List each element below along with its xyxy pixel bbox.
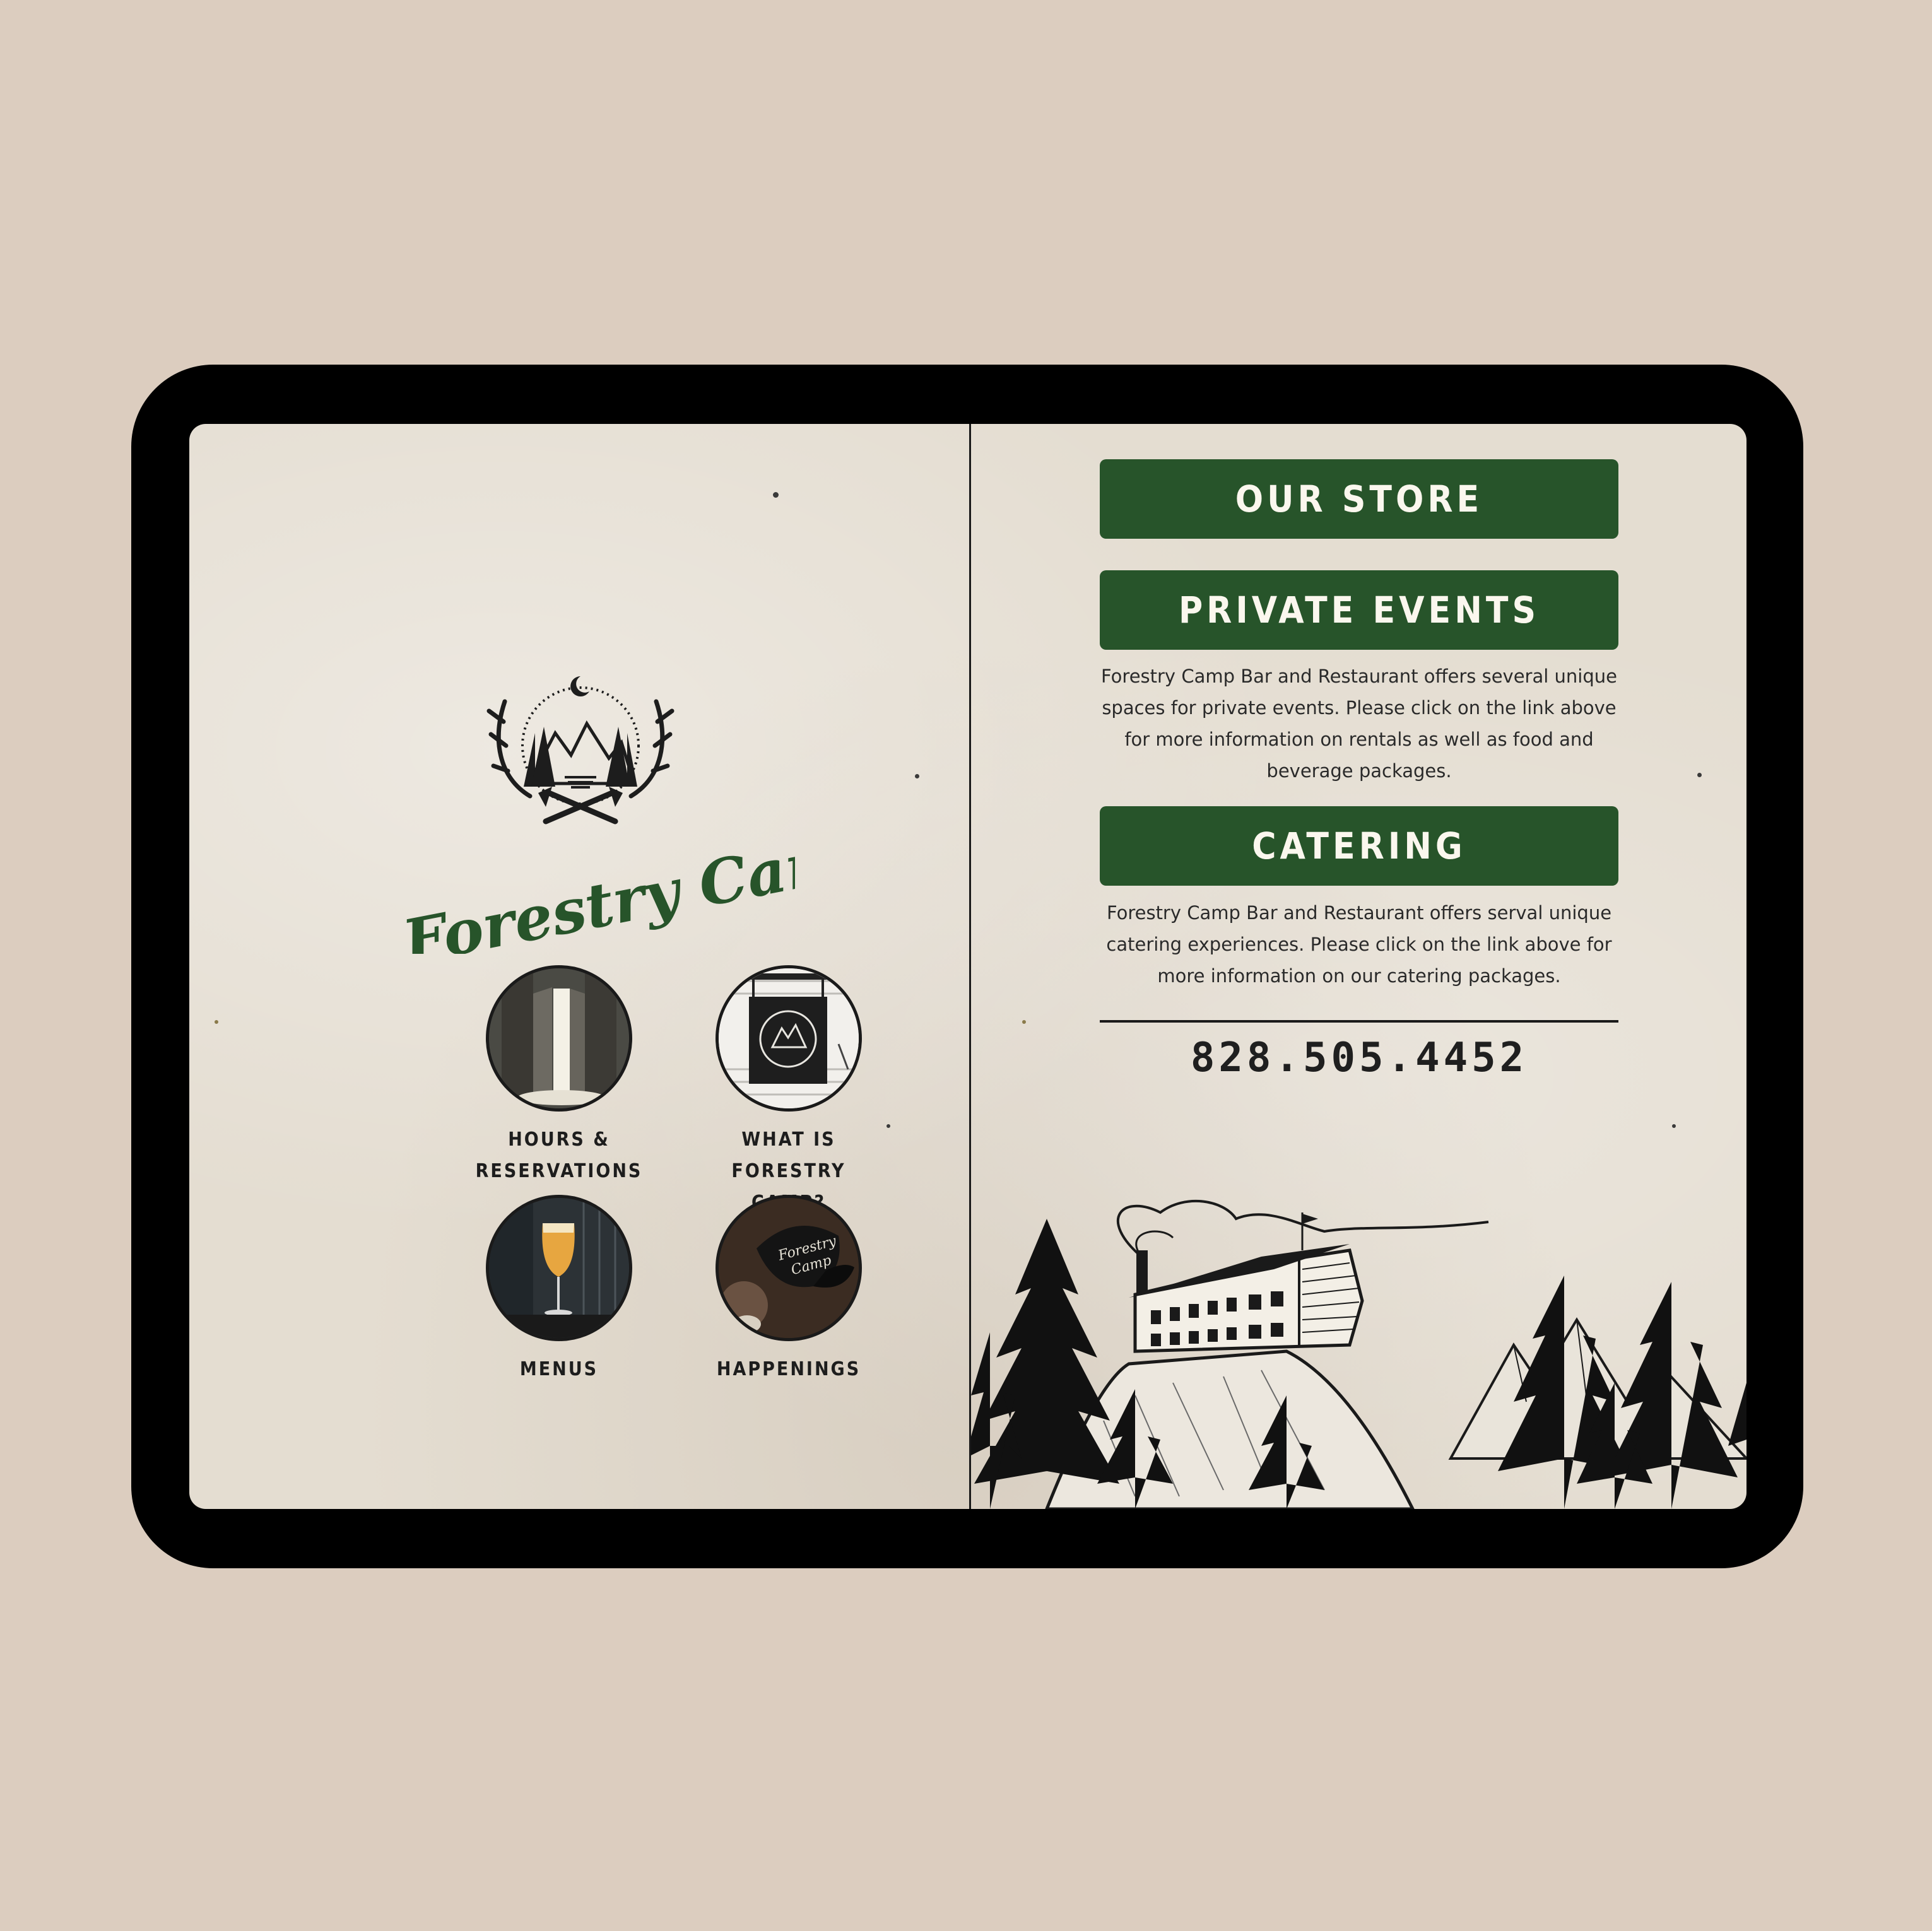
beer-glass-photo[interactable]: [486, 1195, 632, 1341]
left-panel: Forestry Camp HOURS & RESERVATIONS WHAT …: [189, 424, 969, 1509]
hilltop-lodge-forest-illustration: [971, 1199, 1746, 1509]
website-screen: Forestry Camp HOURS & RESERVATIONS WHAT …: [189, 424, 1746, 1509]
our-store-button[interactable]: OUR STORE: [1100, 459, 1618, 539]
brand-name-text: Forestry Camp: [396, 828, 795, 954]
private-events-button[interactable]: PRIVATE EVENTS: [1100, 570, 1618, 650]
phone-number[interactable]: 828.505.4452: [1100, 1035, 1618, 1081]
section-rule: [1100, 1020, 1618, 1023]
nav-label-line: RESERVATIONS: [475, 1160, 643, 1182]
private-events-description: Forestry Camp Bar and Restaurant offers …: [1101, 666, 1617, 782]
catering-button[interactable]: CATERING: [1100, 806, 1618, 886]
antler-mountain-crest-icon[interactable]: [486, 651, 675, 840]
open-door-photo[interactable]: [486, 965, 632, 1112]
nav-item-what-is-forestry-camp[interactable]: WHAT IS FORESTRY CAMP?: [694, 965, 883, 1219]
nav-item-happenings[interactable]: Forestry Camp HAPPENINGS: [694, 1195, 883, 1385]
page-background: Forestry Camp HOURS & RESERVATIONS WHAT …: [0, 0, 1932, 1931]
brand-wordmark[interactable]: Forestry Camp: [379, 828, 795, 954]
nav-item-menus[interactable]: MENUS: [464, 1195, 654, 1385]
nav-label-line: WHAT IS: [741, 1129, 836, 1151]
nav-label: HAPPENINGS: [694, 1354, 883, 1385]
hanging-sign-photo[interactable]: [716, 965, 862, 1112]
cap-photo[interactable]: Forestry Camp: [716, 1195, 862, 1341]
nav-label-line: HAPPENINGS: [716, 1358, 861, 1380]
nav-label-line: MENUS: [519, 1358, 599, 1380]
catering-description: Forestry Camp Bar and Restaurant offers …: [1106, 902, 1612, 987]
nav-item-hours-reservations[interactable]: HOURS & RESERVATIONS: [464, 965, 654, 1187]
nav-label-line: HOURS &: [508, 1129, 610, 1151]
right-panel: OUR STORE PRIVATE EVENTS Forestry Camp B…: [971, 424, 1746, 1509]
nav-label: MENUS: [464, 1354, 654, 1385]
nav-label: HOURS & RESERVATIONS: [464, 1124, 654, 1187]
